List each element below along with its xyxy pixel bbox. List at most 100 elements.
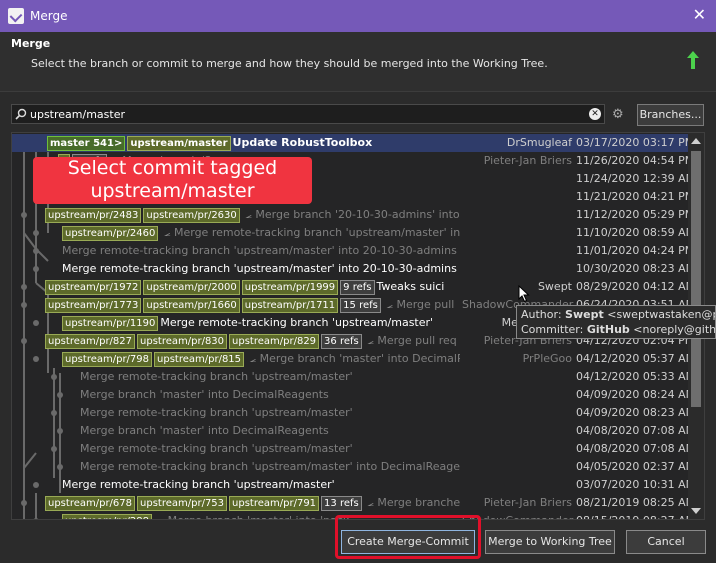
branch-tag: upstream/pr/1660 — [143, 297, 240, 313]
commit-date: 08/15/2019 08:27 AM — [576, 512, 695, 519]
merge-arrow-icon — [687, 51, 699, 69]
commit-date: 04/08/2020 07:08 AM — [576, 442, 696, 455]
commit-date: 04/12/2020 05:37 AM — [576, 352, 696, 365]
title-bar: Merge ✕ — [0, 0, 716, 32]
commit-date: 03/17/2020 03:17 PM — [576, 136, 695, 149]
branch-tag: upstream/pr/1972 — [45, 279, 142, 295]
commit-date: 08/29/2020 04:12 AM — [576, 280, 696, 293]
merge-arrow-icon: ⦟ — [160, 226, 174, 239]
commit-message: upstream/pr/827 upstream/pr/830 upstream/p… — [45, 332, 460, 350]
commit-date: 11/10/2020 08:59 AM — [576, 226, 696, 239]
branch-tag: upstream/pr/830 — [137, 333, 228, 349]
merge-arrow-icon: ⦟ — [246, 352, 260, 365]
commit-message: upstream/pr/678 upstream/pr/753 upstream/p… — [45, 494, 460, 512]
dialog-description: Select the branch or commit to merge and… — [31, 57, 548, 70]
commit-row[interactable]: Merge remote-tracking branch 'upstream/m… — [12, 440, 696, 458]
scrollbar-thumb[interactable] — [691, 151, 701, 407]
scroll-up-icon[interactable] — [691, 137, 701, 145]
refs-count-badge: 36 refs — [321, 333, 362, 349]
commit-author: DrSmugleaf — [506, 136, 572, 149]
commit-row[interactable]: master 541> upstream/master Update RobustT… — [12, 134, 695, 152]
commit-message: master 541> upstream/master Update RobustT… — [47, 134, 460, 152]
search-icon — [15, 108, 27, 120]
commit-message: Merge branch 'master' into DecimalReagen… — [80, 422, 460, 440]
commit-message-text: Merge remote-tracking branch 'upstream/m… — [62, 244, 457, 257]
commit-row[interactable]: upstream/pr/2460 ⦟ Merge remote-tracking… — [12, 224, 696, 242]
branch-tag: upstream/pr/815 — [154, 351, 245, 367]
commit-row[interactable]: Merge remote-tracking branch 'upstream/m… — [12, 404, 696, 422]
close-icon[interactable]: ✕ — [693, 6, 706, 24]
commit-message: upstream/pr/1190 Merge remote-tracking br… — [62, 314, 432, 332]
commit-row[interactable]: Merge remote-tracking branch 'upstream/m… — [12, 260, 696, 278]
commit-message: upstream/pr/1773 upstream/pr/1660 upstream… — [45, 296, 460, 314]
commit-row[interactable]: upstream/pr/678 upstream/pr/753 upstream/p… — [12, 494, 696, 512]
branch-tag: upstream/pr/678 — [45, 495, 136, 511]
dialog-header: Merge Select the branch or commit to mer… — [0, 32, 716, 92]
branch-tag: upstream/pr/1773 — [45, 297, 142, 313]
commit-message: Merge remote-tracking branch 'upstream/m… — [62, 260, 460, 278]
tooltip-author-line: Author: Swept <sweptwastaken@protonmail.… — [521, 308, 715, 321]
tooltip-committer-line: Committer: GitHub <noreply@github.com> — [521, 323, 716, 336]
branch-tag: upstream/pr/1190 — [62, 315, 159, 331]
branches-button[interactable]: Branches... — [637, 104, 704, 126]
commit-date: 04/09/2020 08:24 AM — [576, 388, 696, 401]
commit-row[interactable]: upstream/pr/1972 upstream/pr/2000 upstream… — [12, 278, 696, 296]
commit-message: Merge remote-tracking branch 'upstream/m… — [80, 404, 460, 422]
commit-row[interactable]: upstream/pr/798 upstream/pr/815 ⦟ Merge b… — [12, 350, 696, 368]
commit-row[interactable]: Merge branch 'master' into DecimalReagen… — [12, 422, 696, 440]
clear-search-icon[interactable]: ✕ — [589, 108, 601, 120]
branch-tag: upstream/pr/791 — [229, 495, 320, 511]
commit-message-text: Merge remote-tracking branch 'upstream/m… — [80, 370, 353, 383]
commit-message: upstream/pr/2460 ⦟ Merge remote-tracking… — [62, 224, 460, 242]
commit-date: 08/21/2019 08:25 AM — [576, 496, 696, 509]
branch-tag: upstream/pr/827 — [45, 333, 136, 349]
commit-date: 11/21/2020 04:21 PM — [576, 190, 695, 203]
commit-message-text: Update RobustToolbox — [232, 136, 373, 149]
commit-message-text: Tweaks suici — [376, 280, 445, 293]
commit-date: 03/07/2020 10:31 AM — [576, 478, 696, 491]
window-title: Merge — [30, 9, 68, 23]
search-input[interactable]: upstream/master ✕ — [11, 104, 605, 124]
search-value: upstream/master — [30, 107, 125, 121]
commit-row[interactable]: upstream/pr/2483 upstream/pr/2630 ⦟ Merge… — [12, 206, 694, 224]
commit-message: Merge remote-tracking branch 'upstream/m… — [80, 458, 460, 476]
merge-to-working-tree-button[interactable]: Merge to Working Tree — [485, 530, 615, 554]
refs-count-badge: 15 refs — [340, 297, 381, 313]
branch-tag: master 541> — [47, 135, 126, 151]
branch-tag: upstream/pr/829 — [229, 333, 320, 349]
branch-tag: upstream/pr/753 — [137, 495, 228, 511]
commit-message: Merge remote-tracking branch 'upstream/m… — [62, 476, 460, 494]
commit-author: PrPleGoo — [522, 352, 572, 365]
commit-date: 11/01/2020 04:24 PM — [576, 244, 695, 257]
scroll-down-icon[interactable] — [691, 507, 701, 515]
commit-row[interactable]: Merge branch 'master' into DecimalReagen… — [12, 386, 696, 404]
commit-date: 10/30/2020 08:23 AM — [576, 262, 696, 275]
commit-row[interactable]: Merge remote-tracking branch 'upstream/m… — [12, 368, 696, 386]
commit-message-text: Merge remote-tracking branch 'upstream/m… — [62, 262, 457, 275]
commit-date: 04/05/2020 02:37 AM — [576, 460, 696, 473]
branch-tag: upstream/pr/2630 — [143, 207, 240, 223]
commit-tooltip: Author: Swept <sweptwastaken@protonmail.… — [516, 305, 716, 339]
search-options-icon[interactable]: ⚙ — [612, 108, 626, 122]
branch-tag: upstream/pr/2000 — [143, 279, 240, 295]
commit-date: 04/12/2020 05:33 AM — [576, 370, 696, 383]
commit-message: upstream/pr/798 upstream/pr/815 ⦟ Merge b… — [62, 350, 460, 368]
cancel-button[interactable]: Cancel — [626, 530, 706, 554]
refs-count-badge: 13 refs — [321, 495, 362, 511]
branch-tag: upstream/master — [127, 135, 231, 151]
branch-tag: upstream/pr/2483 — [45, 207, 142, 223]
refs-count-badge: 9 refs — [340, 279, 375, 295]
commit-row[interactable]: Merge remote-tracking branch 'upstream/m… — [12, 476, 696, 494]
commit-date: 04/08/2020 07:08 AM — [576, 424, 696, 437]
commit-row[interactable]: Merge remote-tracking branch 'upstream/m… — [12, 242, 695, 260]
commit-message-text: Merge pull — [396, 298, 455, 311]
commit-author: Swept — [537, 280, 572, 293]
commit-row[interactable]: Merge remote-tracking branch 'upstream/m… — [12, 458, 696, 476]
commit-message-text: Merge branch 'master' into DecimalReagen… — [80, 388, 329, 401]
commit-message-text: Merge branch 'master' into DecimalR... — [259, 352, 460, 365]
merge-arrow-icon: ⦟ — [241, 208, 256, 221]
commit-message: Merge branch 'master' into DecimalReagen… — [80, 386, 460, 404]
merge-arrow-icon: ⦟ — [363, 334, 378, 347]
commit-date: 04/09/2020 08:23 AM — [576, 406, 696, 419]
commit-message-text: Merge branch '20-10-30-admins' into — [255, 208, 460, 221]
